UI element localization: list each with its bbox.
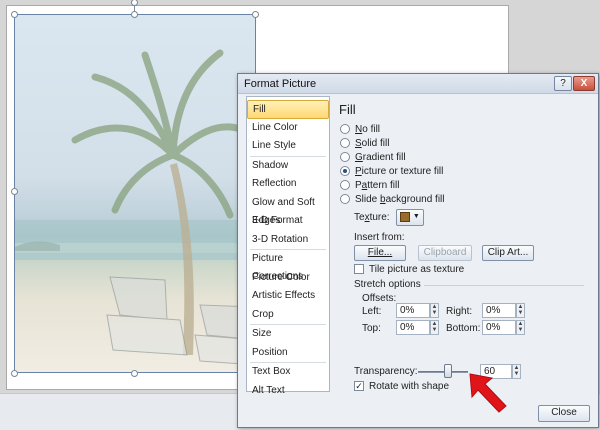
right-offset-label: Right: xyxy=(446,306,473,317)
dialog-titlebar[interactable]: Format Picture ? X xyxy=(238,74,598,94)
nav-item-fill[interactable]: Fill xyxy=(247,100,329,119)
pane-heading: Fill xyxy=(339,102,356,117)
top-offset-input[interactable]: 0% xyxy=(396,320,430,335)
radio-button[interactable] xyxy=(340,180,350,190)
radio-picture-texture-fill[interactable]: Picture or texture fill xyxy=(340,164,443,178)
radio-label: Picture or texture fill xyxy=(355,165,444,177)
transparency-label: Transparency: xyxy=(354,366,418,377)
nav-item-line-color[interactable]: Line Color xyxy=(247,119,329,138)
nav-item-line-style[interactable]: Line Style xyxy=(247,137,329,156)
section-divider xyxy=(424,285,584,286)
top-offset-spinner[interactable]: ▲ ▼ xyxy=(430,320,439,335)
close-button[interactable]: Close xyxy=(538,405,590,422)
radio-label: Gradient fill xyxy=(355,151,406,163)
nav-item-glow-soft-edges[interactable]: Glow and Soft Edges xyxy=(247,194,329,226)
radio-slide-background-fill[interactable]: Slide background fill xyxy=(340,192,445,206)
insert-from-label: Insert from: xyxy=(354,232,405,243)
resize-handle-bottom-left[interactable] xyxy=(11,370,18,377)
nav-item-shadow[interactable]: Shadow xyxy=(247,157,329,176)
right-offset-input[interactable]: 0% xyxy=(482,303,516,318)
clipboard-button[interactable]: Clipboard xyxy=(418,245,472,261)
radio-pattern-fill[interactable]: Pattern fill xyxy=(340,178,399,192)
transparency-slider-thumb[interactable] xyxy=(444,364,452,378)
radio-label: Solid fill xyxy=(355,137,390,149)
radio-button[interactable] xyxy=(340,124,350,134)
bottom-offset-label: Bottom: xyxy=(446,323,481,334)
texture-label: Texture: xyxy=(354,212,390,223)
clip-art-button[interactable]: Clip Art... xyxy=(482,245,534,261)
resize-handle-bottom[interactable] xyxy=(131,370,138,377)
rotate-with-shape-label: Rotate with shape xyxy=(369,381,450,392)
nav-item-text-box[interactable]: Text Box xyxy=(247,363,329,382)
top-offset-label: Top: xyxy=(362,323,381,334)
nav-item-picture-corrections[interactable]: Picture Corrections xyxy=(247,250,329,282)
offsets-label: Offsets: xyxy=(362,293,397,304)
annotation-arrow-icon xyxy=(469,373,507,413)
right-offset-spinner[interactable]: ▲ ▼ xyxy=(516,303,525,318)
selected-picture[interactable] xyxy=(14,14,256,373)
file-button[interactable]: File... xyxy=(354,245,406,261)
format-picture-dialog: Format Picture ? X Fill Line Color Line … xyxy=(237,73,599,428)
left-offset-spinner[interactable]: ▲ ▼ xyxy=(430,303,439,318)
radio-button[interactable] xyxy=(340,152,350,162)
resize-handle-top-right[interactable] xyxy=(252,11,259,18)
tile-label: Tile picture as texture xyxy=(369,264,465,275)
bottom-offset-input[interactable]: 0% xyxy=(482,320,516,335)
radio-solid-fill[interactable]: Solid fill xyxy=(340,136,389,150)
radio-button[interactable] xyxy=(340,194,350,204)
bottom-offset-spinner[interactable]: ▲ ▼ xyxy=(516,320,525,335)
beach-image xyxy=(15,49,255,366)
rotate-with-shape-checkbox[interactable]: ✓ xyxy=(354,381,364,391)
radio-label: Slide background fill xyxy=(355,193,445,205)
transparency-spinner[interactable]: ▲ ▼ xyxy=(512,364,521,379)
nav-item-artistic-effects[interactable]: Artistic Effects xyxy=(247,287,329,306)
texture-swatch-icon xyxy=(400,212,411,222)
radio-no-fill[interactable]: No fill xyxy=(340,122,380,136)
nav-item-picture-color[interactable]: Picture Color xyxy=(247,269,329,288)
chevron-down-icon: ▼ xyxy=(412,213,420,220)
left-offset-label: Left: xyxy=(362,306,382,317)
radio-label: Pattern fill xyxy=(355,179,400,191)
radio-gradient-fill[interactable]: Gradient fill xyxy=(340,150,406,164)
nav-item-crop[interactable]: Crop xyxy=(247,306,329,325)
category-list: Fill Line Color Line Style Shadow Reflec… xyxy=(246,96,330,396)
nav-item-3d-rotation[interactable]: 3-D Rotation xyxy=(247,231,329,250)
title-close-button[interactable]: X xyxy=(573,76,595,91)
stretch-options-label: Stretch options xyxy=(354,279,421,290)
nav-item-3d-format[interactable]: 3-D Format xyxy=(247,212,329,231)
nav-item-size[interactable]: Size xyxy=(247,325,329,344)
resize-handle-top-left[interactable] xyxy=(11,11,18,18)
radio-button-selected[interactable] xyxy=(340,166,350,176)
radio-button[interactable] xyxy=(340,138,350,148)
resize-handle-left[interactable] xyxy=(11,188,18,195)
nav-item-alt-text[interactable]: Alt Text xyxy=(247,382,329,401)
transparency-slider-track[interactable] xyxy=(418,371,468,373)
nav-item-reflection[interactable]: Reflection xyxy=(247,175,329,194)
fill-pane: Fill No fill Solid fill Gradient fill Pi… xyxy=(336,96,594,392)
help-button[interactable]: ? xyxy=(554,76,572,91)
texture-dropdown[interactable]: ▼ xyxy=(396,209,424,226)
nav-item-position[interactable]: Position xyxy=(247,344,329,363)
radio-label: No fill xyxy=(355,123,381,135)
resize-handle-top[interactable] xyxy=(131,11,138,18)
dialog-title: Format Picture xyxy=(244,78,317,90)
tile-checkbox[interactable] xyxy=(354,264,364,274)
left-offset-input[interactable]: 0% xyxy=(396,303,430,318)
